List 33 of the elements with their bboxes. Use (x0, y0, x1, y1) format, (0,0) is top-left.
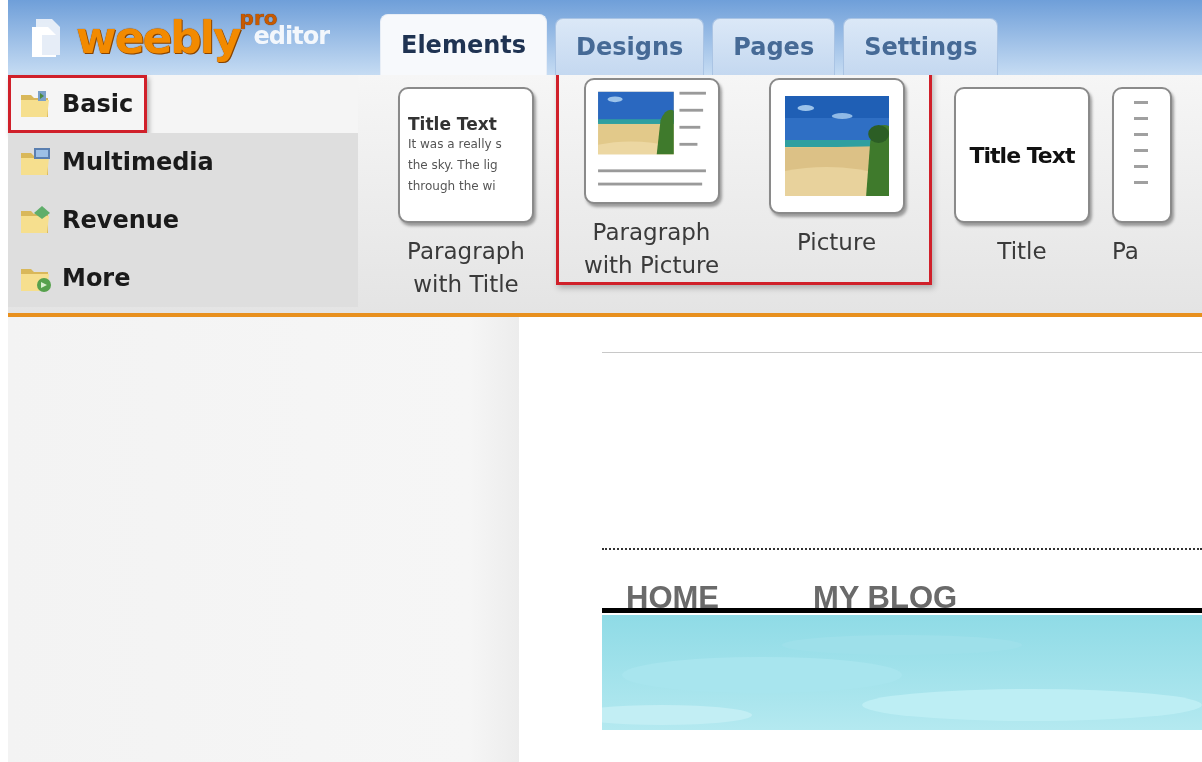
nav-link[interactable]: MY BLOG (813, 580, 958, 608)
folder-icon (20, 147, 52, 177)
element-thumbnail[interactable] (768, 78, 905, 214)
category-label: More (62, 264, 131, 292)
category-item[interactable]: More (8, 249, 358, 307)
preview-title: Title Text (408, 113, 497, 134)
preview-text: It was a really s (408, 135, 502, 153)
nav-link[interactable]: HOME (626, 580, 719, 608)
preview-text: the sky. The lig (408, 156, 498, 174)
category-item[interactable]: Basic (8, 75, 358, 133)
preview-text: through the wi (408, 177, 496, 195)
category-item[interactable]: Multimedia (8, 133, 358, 191)
category-label: Revenue (62, 206, 180, 234)
element-label: Picture (795, 228, 878, 257)
category-label: Basic (62, 90, 134, 118)
tab[interactable]: Designs (555, 18, 705, 75)
folder-icon (20, 89, 52, 119)
folder-icon (20, 205, 52, 235)
category-item[interactable]: Revenue (8, 191, 358, 249)
brand-name: weebly (76, 15, 240, 60)
element-thumbnail[interactable]: Title Text It was a really s the sky. The lig through the wi (398, 87, 534, 223)
element-label: Paragraph with Title (406, 237, 526, 299)
element-label: Paragraph with Picture (582, 218, 721, 280)
element-thumbnail[interactable]: Title Text (954, 87, 1090, 223)
element-label: Pa (1112, 237, 1139, 266)
element-thumbnail[interactable] (1112, 87, 1172, 223)
category-label: Multimedia (62, 148, 214, 176)
tab[interactable]: Pages (712, 18, 836, 75)
element-thumbnail[interactable] (583, 78, 720, 204)
tab[interactable]: Elements (380, 14, 548, 75)
element-label: Title (996, 237, 1048, 266)
preview-title: Title Text (969, 142, 1075, 168)
tab[interactable]: Settings (843, 18, 999, 75)
